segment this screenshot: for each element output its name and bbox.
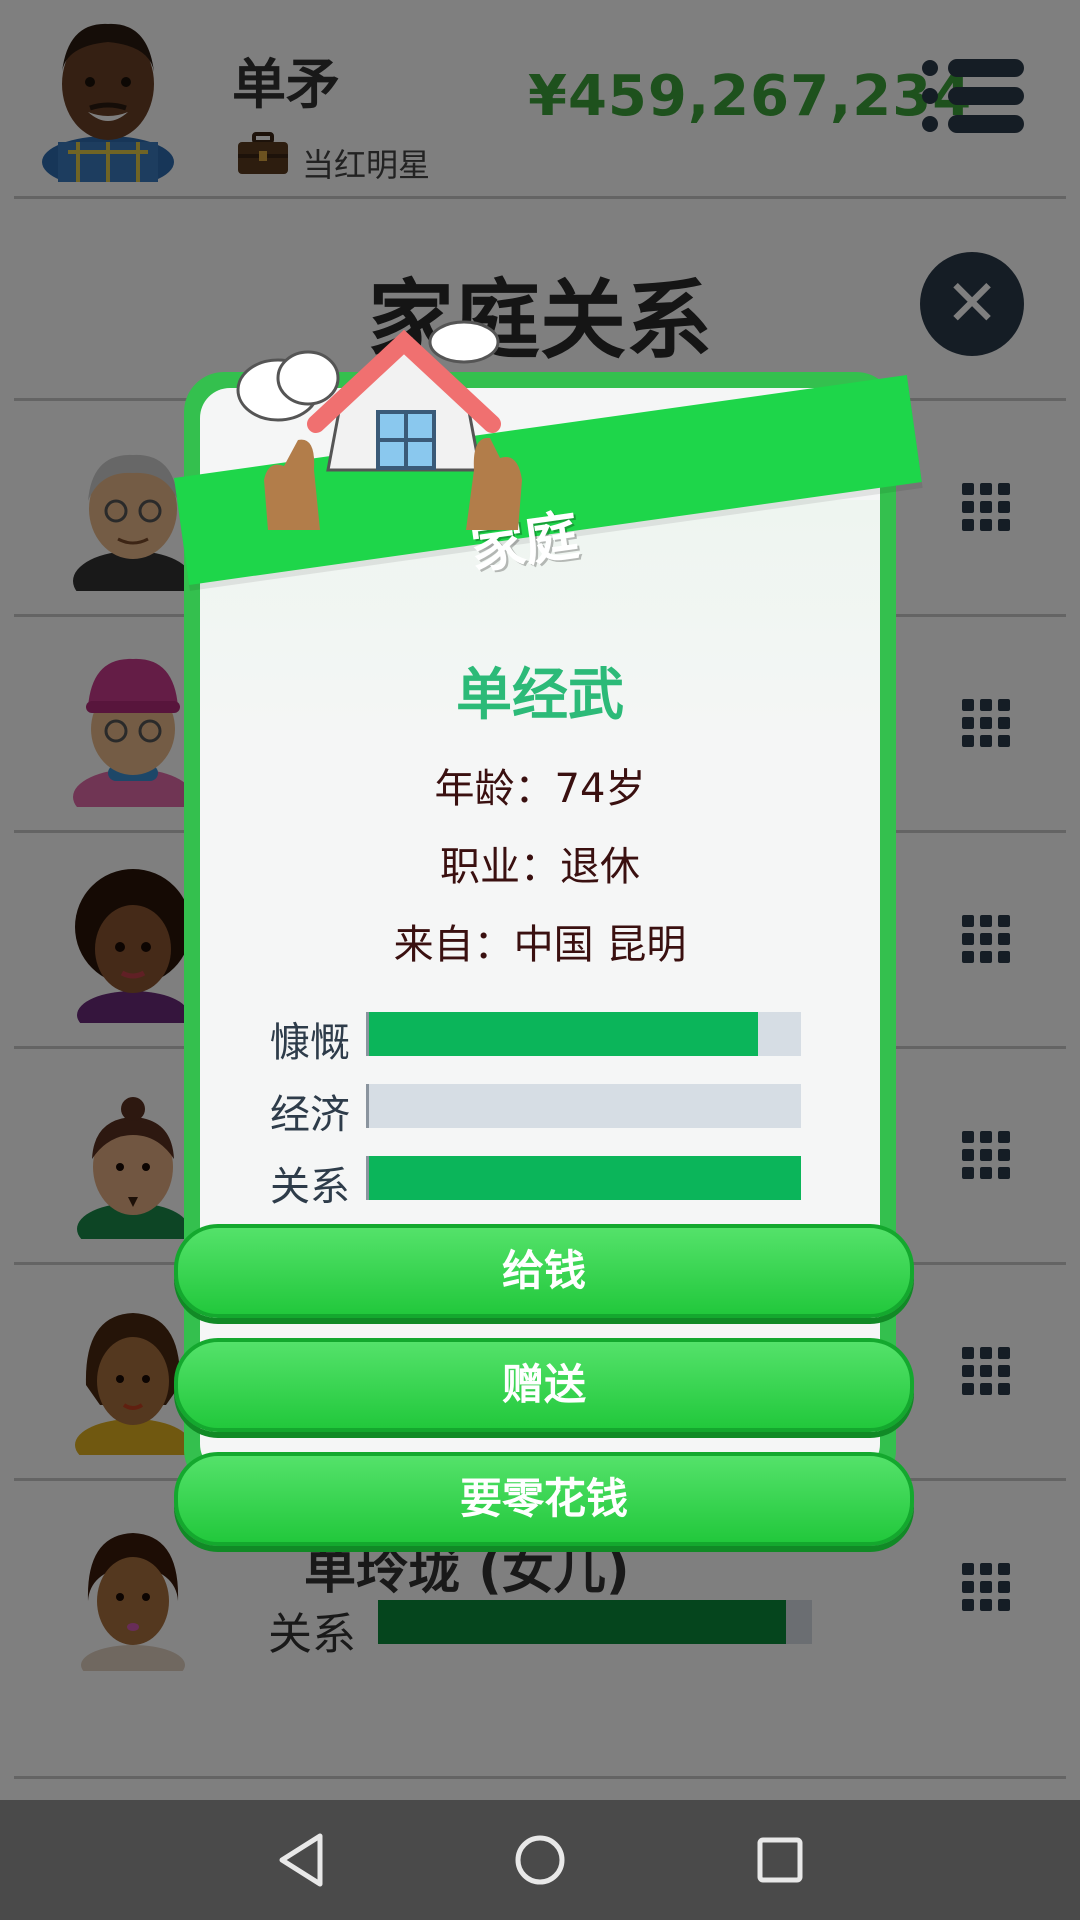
origin-text: 来自：中国 昆明	[393, 922, 687, 968]
give-money-button[interactable]: 给钱	[174, 1224, 914, 1318]
system-nav-bar	[0, 1800, 1080, 1920]
relationship-bar	[366, 1156, 801, 1200]
home-icon[interactable]	[514, 1834, 566, 1886]
gift-button[interactable]: 赠送	[174, 1338, 914, 1432]
job-text: 职业：退休	[440, 844, 640, 890]
stat-label: 关系	[270, 1164, 350, 1210]
stat-label: 慷慨	[270, 1020, 350, 1066]
generosity-bar	[366, 1012, 801, 1056]
ask-allowance-button[interactable]: 要零花钱	[174, 1452, 914, 1546]
relationship-bar-fill	[369, 1156, 801, 1200]
stat-label: 经济	[270, 1092, 350, 1138]
family-member-name: 单经武	[456, 663, 624, 728]
house-icon	[236, 320, 522, 530]
age-text: 年龄：74岁	[434, 766, 646, 812]
back-icon[interactable]	[276, 1832, 326, 1888]
economy-bar	[366, 1084, 801, 1128]
recents-icon[interactable]	[756, 1836, 804, 1884]
generosity-bar-fill	[369, 1012, 758, 1056]
